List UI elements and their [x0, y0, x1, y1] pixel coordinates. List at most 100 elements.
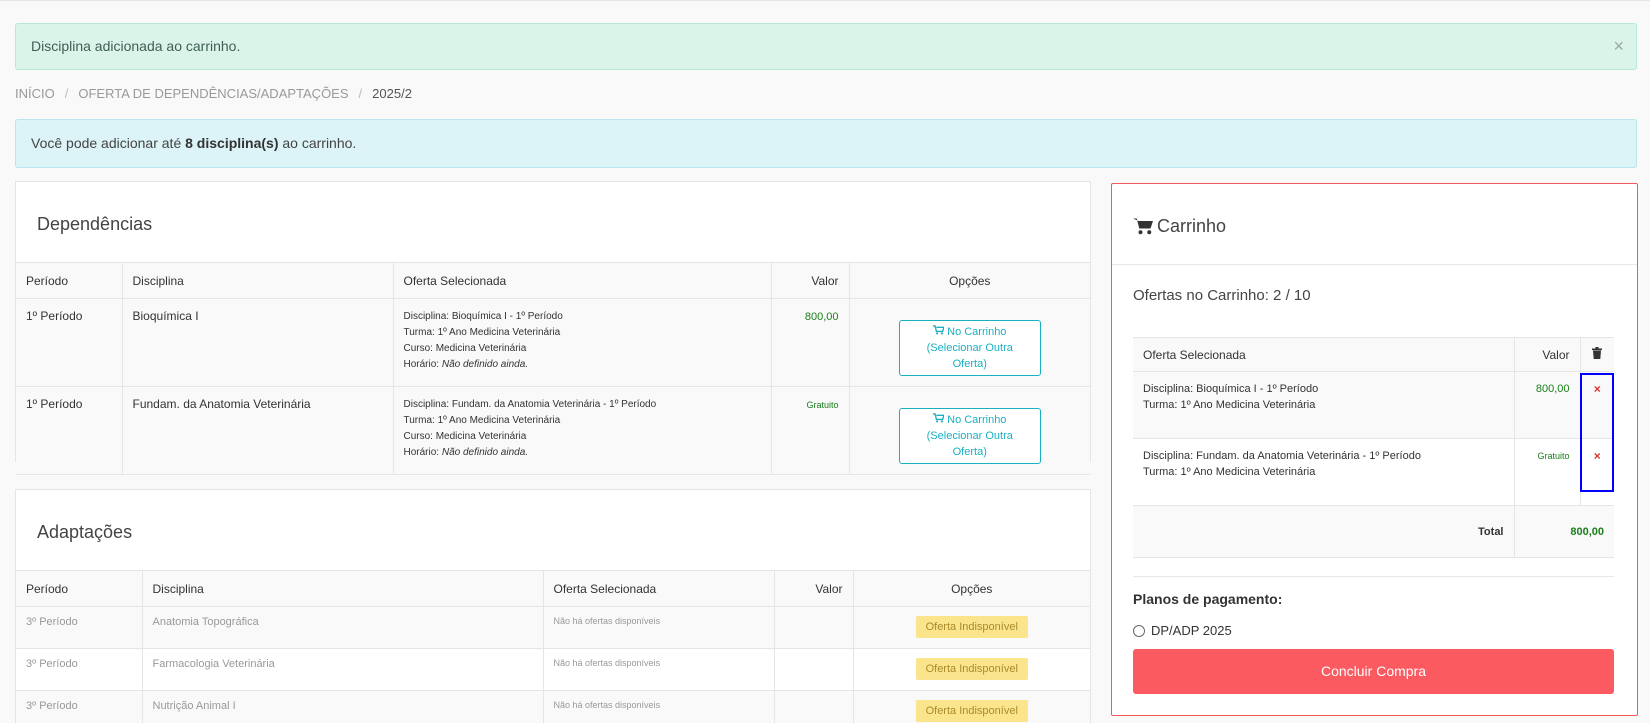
cart-item-remove: × — [1580, 371, 1614, 439]
select-other-label: (Selecionar Outra Oferta) — [926, 342, 1013, 370]
col-delete — [1580, 337, 1614, 372]
cart-item-disciplina: Disciplina: Bioquímica I - 1º Período — [1143, 383, 1319, 395]
dependencias-table: Período Disciplina Oferta Selecionada Va… — [16, 262, 1090, 475]
cell-opcoes: No Carrinho (Selecionar Outra Oferta) — [849, 386, 1090, 475]
success-alert-text: Disciplina adicionada ao carrinho. — [31, 38, 241, 54]
cell-disciplina: Nutrição Animal I — [142, 690, 544, 723]
info-suffix: ao carrinho. — [278, 135, 357, 151]
offer-horario: Horário: Não definido ainda. — [404, 445, 761, 461]
cart-title-text: Carrinho — [1157, 216, 1227, 236]
cart-item-disciplina: Disciplina: Fundam. da Anatomia Veteriná… — [1143, 450, 1421, 462]
offer-turma: Turma: 1º Ano Medicina Veterinária — [403, 327, 561, 338]
offer-disciplina: Disciplina: Fundam. da Anatomia Veteriná… — [403, 399, 657, 410]
cell-oferta: Disciplina: Fundam. da Anatomia Veteriná… — [393, 386, 772, 475]
offer-horario: Horário: Não definido ainda. — [404, 357, 761, 373]
col-disciplina: Disciplina — [142, 570, 544, 607]
divider — [1133, 576, 1614, 577]
breadcrumb-current: 2025/2 — [372, 86, 412, 101]
price-free: Gratuito — [806, 400, 839, 410]
remove-x-icon[interactable]: × — [1594, 382, 1601, 396]
adaptacoes-panel: Adaptações Período Disciplina Oferta Sel… — [15, 489, 1091, 723]
top-border — [0, 0, 1650, 2]
cell-periodo: 3º Período — [16, 648, 143, 691]
breadcrumb-offers[interactable]: OFERTA DE DEPENDÊNCIAS/ADAPTAÇÕES — [78, 86, 348, 101]
cart-table: Oferta Selecionada Valor Disciplina: Bio… — [1133, 337, 1614, 558]
cart-item: Disciplina: Bioquímica I - 1º Período Tu… — [1133, 371, 1614, 439]
cell-oferta: Disciplina: Bioquímica I - 1º Período Tu… — [393, 298, 772, 387]
cell-disciplina: Farmacologia Veterinária — [142, 648, 544, 691]
close-icon[interactable]: × — [1613, 24, 1624, 69]
breadcrumb-home[interactable]: INÍCIO — [15, 86, 55, 101]
in-cart-label: No Carrinho — [947, 414, 1007, 426]
checkout-button[interactable]: Concluir Compra — [1133, 649, 1614, 694]
table-row: 3º Período Farmacologia Veterinária Não … — [16, 648, 1090, 691]
cart-item-turma: Turma: 1º Ano Medicina Veterinária — [1143, 399, 1316, 411]
offer-curso: Curso: Medicina Veterinária — [403, 431, 527, 442]
cell-oferta: Não há ofertas disponíveis — [543, 606, 775, 649]
cell-valor — [774, 648, 854, 691]
price-value: 800,00 — [804, 311, 839, 323]
in-cart-label: No Carrinho — [947, 326, 1007, 338]
breadcrumb-separator: / — [64, 86, 69, 101]
table-row: 3º Período Nutrição Animal I Não há ofer… — [16, 690, 1090, 723]
cell-disciplina: Bioquímica I — [122, 298, 394, 387]
col-periodo: Período — [16, 570, 143, 607]
cell-opcoes: Oferta Indisponível — [853, 648, 1090, 691]
trash-icon[interactable] — [1592, 347, 1603, 362]
cart-item-desc: Disciplina: Fundam. da Anatomia Veteriná… — [1133, 438, 1515, 506]
col-disciplina: Disciplina — [122, 262, 394, 299]
table-row: 3º Período Anatomia Topográfica Não há o… — [16, 606, 1090, 649]
price-value: 800,00 — [1535, 383, 1570, 395]
cart-item-valor: Gratuito — [1514, 438, 1581, 506]
table-row: 1º Período Fundam. da Anatomia Veterinár… — [16, 386, 1090, 475]
payment-plan-option[interactable]: DP/ADP 2025 — [1133, 623, 1232, 638]
cell-periodo: 3º Período — [16, 690, 143, 723]
cart-count: Ofertas no Carrinho: 2 / 10 — [1133, 287, 1311, 304]
col-opcoes: Opções — [849, 262, 1090, 299]
horario-value: Não definido ainda. — [441, 359, 529, 370]
cell-oferta: Não há ofertas disponíveis — [543, 690, 775, 723]
divider — [1112, 264, 1637, 265]
unavailable-badge: Oferta Indisponível — [915, 658, 1028, 680]
col-oferta: Oferta Selecionada — [543, 570, 775, 607]
col-oferta: Oferta Selecionada — [1133, 337, 1515, 372]
info-alert: Você pode adicionar até 8 disciplina(s) … — [15, 119, 1637, 168]
unavailable-badge: Oferta Indisponível — [915, 616, 1028, 638]
cart-item-valor: 800,00 — [1514, 371, 1581, 439]
offer-curso: Curso: Medicina Veterinária — [403, 343, 527, 354]
col-valor: Valor — [774, 570, 854, 607]
dependencias-title: Dependências — [37, 214, 153, 234]
info-prefix: Você pode adicionar até — [31, 135, 186, 151]
total-value: 800,00 — [1514, 505, 1614, 558]
payment-plan-label: DP/ADP 2025 — [1151, 623, 1232, 638]
cart-panel: Carrinho Ofertas no Carrinho: 2 / 10 Ofe… — [1111, 183, 1638, 716]
horario-label: Horário: — [403, 447, 442, 458]
cart-icon — [1133, 216, 1157, 236]
radio-icon[interactable] — [1133, 624, 1145, 637]
cart-icon — [933, 325, 946, 338]
horario-label: Horário: — [403, 359, 442, 370]
in-cart-button[interactable]: No Carrinho (Selecionar Outra Oferta) — [898, 408, 1041, 464]
offer-turma: Turma: 1º Ano Medicina Veterinária — [403, 415, 561, 426]
dependencias-panel: Dependências Período Disciplina Oferta S… — [15, 181, 1091, 475]
cell-periodo: 1º Período — [16, 386, 123, 475]
cell-oferta: Não há ofertas disponíveis — [543, 648, 775, 691]
col-opcoes: Opções — [853, 570, 1090, 607]
table-row: 1º Período Bioquímica I Disciplina: Bioq… — [16, 298, 1090, 387]
adaptacoes-title: Adaptações — [37, 522, 133, 542]
in-cart-button[interactable]: No Carrinho (Selecionar Outra Oferta) — [898, 320, 1041, 376]
price-free: Gratuito — [1537, 451, 1570, 461]
cell-disciplina: Fundam. da Anatomia Veterinária — [122, 386, 394, 475]
breadcrumb: INÍCIO / OFERTA DE DEPENDÊNCIAS/ADAPTAÇÕES… — [15, 86, 412, 101]
cell-valor: Gratuito — [771, 386, 850, 475]
offer-disciplina: Disciplina: Bioquímica I - 1º Período — [403, 311, 563, 322]
remove-x-icon[interactable]: × — [1594, 449, 1601, 463]
col-periodo: Período — [16, 262, 123, 299]
cell-opcoes: No Carrinho (Selecionar Outra Oferta) — [849, 298, 1090, 387]
col-valor: Valor — [1514, 337, 1581, 372]
cart-title: Carrinho — [1133, 216, 1226, 237]
breadcrumb-separator: / — [358, 86, 363, 101]
col-valor: Valor — [771, 262, 850, 299]
success-alert: Disciplina adicionada ao carrinho. × — [15, 23, 1637, 70]
cell-opcoes: Oferta Indisponível — [853, 690, 1090, 723]
